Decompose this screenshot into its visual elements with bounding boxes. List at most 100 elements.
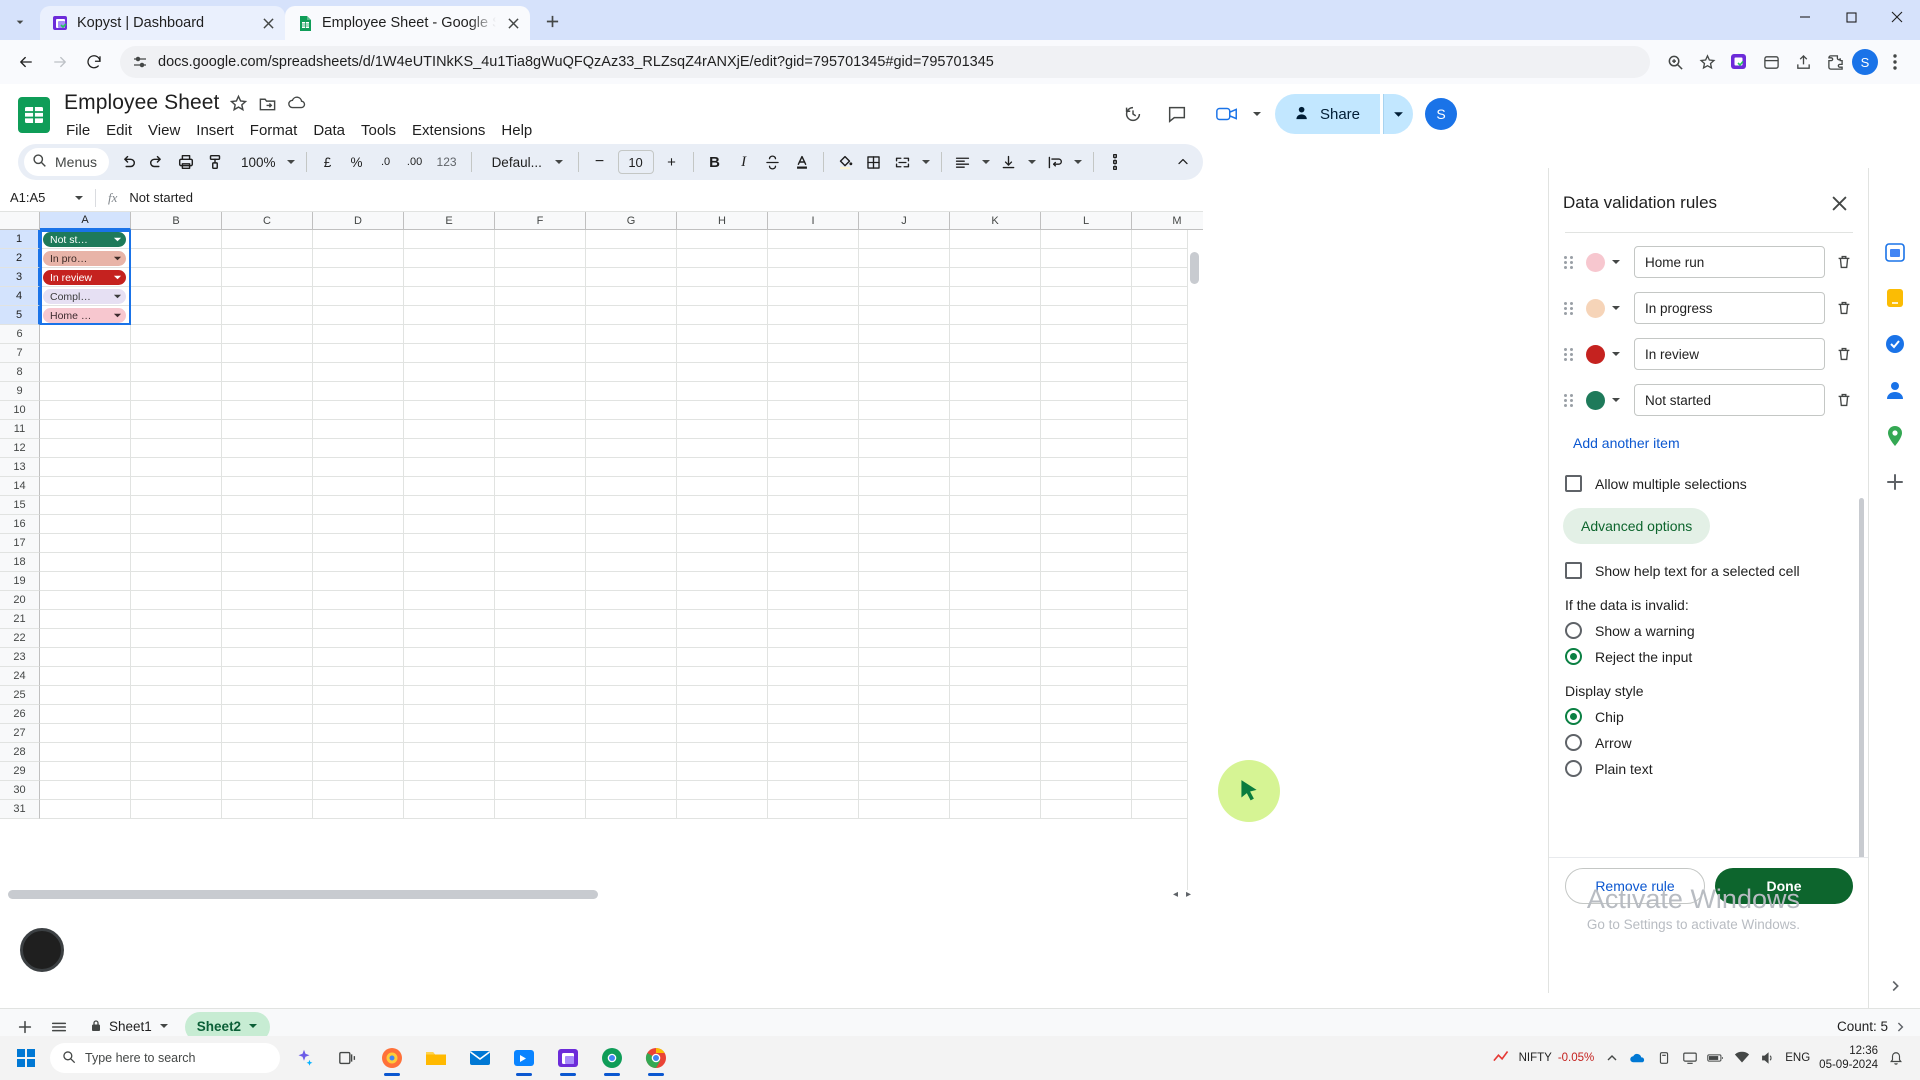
cell-G1[interactable] [586,230,677,249]
cell-H30[interactable] [677,781,768,800]
display-chip-row[interactable]: Chip [1565,708,1855,725]
show-warning-row[interactable]: Show a warning [1565,622,1855,639]
cell-A30[interactable] [40,781,131,800]
cell-L2[interactable] [1041,249,1132,268]
cell-A5[interactable]: Home … [40,306,131,325]
cell-F8[interactable] [495,363,586,382]
row-header-7[interactable]: 7 [0,344,40,363]
cell-I30[interactable] [768,781,859,800]
cell-A3[interactable]: In review [40,268,131,287]
cell-A18[interactable] [40,553,131,572]
row-header-22[interactable]: 22 [0,629,40,648]
cell-G17[interactable] [586,534,677,553]
cell-K9[interactable] [950,382,1041,401]
remove-rule-button[interactable]: Remove rule [1565,867,1705,904]
cell-F21[interactable] [495,610,586,629]
cell-L7[interactable] [1041,344,1132,363]
cell-A13[interactable] [40,458,131,477]
cell-G6[interactable] [586,325,677,344]
cell-J14[interactable] [859,477,950,496]
close-window-icon[interactable] [1874,0,1920,34]
cell-J13[interactable] [859,458,950,477]
cell-A6[interactable] [40,325,131,344]
menu-view[interactable]: View [140,118,188,144]
cell-I27[interactable] [768,724,859,743]
cell-G7[interactable] [586,344,677,363]
chevron-down-icon[interactable] [113,273,122,282]
horizontal-align-icon[interactable] [949,148,977,176]
cell-H19[interactable] [677,572,768,591]
cell-I25[interactable] [768,686,859,705]
cell-H11[interactable] [677,420,768,439]
cell-J31[interactable] [859,800,950,819]
file-explorer-icon[interactable] [416,1039,456,1077]
cell-A4[interactable]: Compl… [40,287,131,306]
font-size-stepper[interactable]: − 10 + [586,148,686,176]
delete-rule-icon[interactable] [1833,297,1855,319]
cell-J21[interactable] [859,610,950,629]
cell-B15[interactable] [131,496,222,515]
cell-H25[interactable] [677,686,768,705]
done-button[interactable]: Done [1715,867,1853,904]
cell-I7[interactable] [768,344,859,363]
row-header-19[interactable]: 19 [0,572,40,591]
version-history-icon[interactable] [1113,94,1153,134]
cell-K5[interactable] [950,306,1041,325]
cell-I2[interactable] [768,249,859,268]
chevron-down-icon[interactable] [1024,154,1040,170]
cell-C9[interactable] [222,382,313,401]
reject-input-row[interactable]: Reject the input [1565,648,1855,665]
fill-color-icon[interactable] [831,148,859,176]
more-toolbar-options-icon[interactable] [1101,148,1129,176]
cell-A19[interactable] [40,572,131,591]
cell-G12[interactable] [586,439,677,458]
cell-H20[interactable] [677,591,768,610]
cell-B14[interactable] [131,477,222,496]
cell-F11[interactable] [495,420,586,439]
cell-A22[interactable] [40,629,131,648]
minimize-icon[interactable] [1782,0,1828,34]
cell-D19[interactable] [313,572,404,591]
show-warning-radio[interactable] [1565,622,1582,639]
cell-E16[interactable] [404,515,495,534]
cell-H17[interactable] [677,534,768,553]
column-header-D[interactable]: D [313,212,404,230]
reload-icon[interactable] [78,46,110,78]
cell-A21[interactable] [40,610,131,629]
advanced-options-button[interactable]: Advanced options [1563,508,1711,544]
cell-B2[interactable] [131,249,222,268]
cell-I10[interactable] [768,401,859,420]
display-chip-radio[interactable] [1565,708,1582,725]
cell-I21[interactable] [768,610,859,629]
cell-B9[interactable] [131,382,222,401]
copilot-icon[interactable] [284,1039,324,1077]
cell-B16[interactable] [131,515,222,534]
cell-G19[interactable] [586,572,677,591]
drag-handle-icon[interactable] [1563,345,1575,363]
cell-B12[interactable] [131,439,222,458]
row-header-6[interactable]: 6 [0,325,40,344]
cell-I6[interactable] [768,325,859,344]
rule-value-input[interactable]: Home run [1634,246,1825,278]
column-header-K[interactable]: K [950,212,1041,230]
cell-J23[interactable] [859,648,950,667]
cell-H6[interactable] [677,325,768,344]
cell-K26[interactable] [950,705,1041,724]
monitor-icon[interactable] [1681,1050,1698,1067]
bold-button[interactable]: B [701,148,729,176]
cell-A11[interactable] [40,420,131,439]
cell-J16[interactable] [859,515,950,534]
chevron-down-icon[interactable] [113,235,122,244]
maximize-icon[interactable] [1828,0,1874,34]
kopyst-extension-icon[interactable] [1724,47,1754,77]
cell-I16[interactable] [768,515,859,534]
cell-E6[interactable] [404,325,495,344]
cell-I14[interactable] [768,477,859,496]
cell-G16[interactable] [586,515,677,534]
chevron-down-icon[interactable] [113,292,122,301]
cell-I26[interactable] [768,705,859,724]
rule-color-picker[interactable] [1583,342,1626,367]
cell-E19[interactable] [404,572,495,591]
cell-E30[interactable] [404,781,495,800]
cell-I31[interactable] [768,800,859,819]
